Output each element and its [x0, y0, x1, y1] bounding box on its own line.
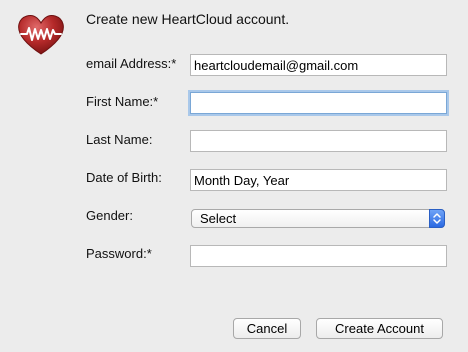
email-field[interactable] — [190, 54, 447, 76]
cancel-button[interactable]: Cancel — [233, 318, 301, 339]
last-name-field[interactable] — [190, 130, 447, 152]
dob-label: Date of Birth: — [86, 170, 162, 185]
dob-field[interactable] — [190, 169, 447, 191]
first-name-label: First Name:* — [86, 94, 159, 109]
password-label: Password:* — [86, 246, 152, 261]
heartbeat-heart-icon — [17, 12, 65, 56]
first-name-field[interactable] — [190, 92, 447, 114]
gender-selected-value: Select — [200, 211, 237, 226]
password-field[interactable] — [190, 245, 447, 267]
dialog-title: Create new HeartCloud account. — [86, 11, 290, 27]
gender-select[interactable]: Select — [191, 209, 445, 228]
create-account-button[interactable]: Create Account — [316, 318, 443, 339]
gender-label: Gender: — [86, 208, 133, 223]
last-name-label: Last Name: — [86, 132, 153, 147]
select-stepper-icon[interactable] — [429, 209, 445, 228]
email-label: email Address:* — [86, 56, 177, 71]
